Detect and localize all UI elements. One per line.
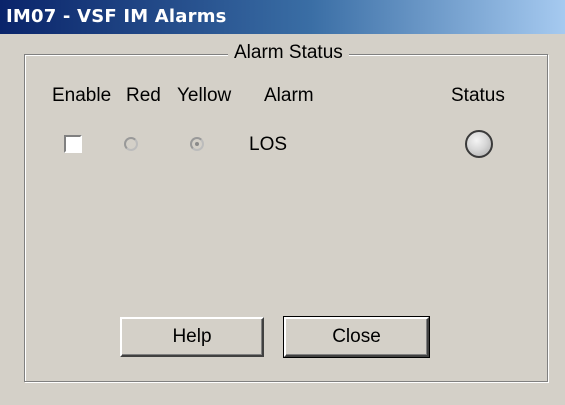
red-radio-los[interactable] xyxy=(124,137,138,151)
alarm-dialog: IM07 - VSF IM Alarms Alarm Status Enable… xyxy=(0,0,565,405)
header-status: Status xyxy=(451,85,505,106)
yellow-radio-los[interactable] xyxy=(190,137,204,151)
status-indicator-icon xyxy=(465,130,493,158)
header-yellow: Yellow xyxy=(177,85,232,106)
header-red: Red xyxy=(126,85,161,106)
close-button[interactable]: Close xyxy=(283,316,430,358)
help-button[interactable]: Help xyxy=(120,317,264,357)
enable-checkbox-los[interactable] xyxy=(64,135,82,153)
radio-selected-dot xyxy=(195,142,199,146)
header-alarm: Alarm xyxy=(264,85,314,106)
header-enable: Enable xyxy=(52,85,112,106)
alarm-name-los: LOS xyxy=(249,134,288,155)
window-title: IM07 - VSF IM Alarms xyxy=(6,6,227,27)
title-bar[interactable]: IM07 - VSF IM Alarms xyxy=(0,0,565,34)
group-title: Alarm Status xyxy=(228,42,349,64)
